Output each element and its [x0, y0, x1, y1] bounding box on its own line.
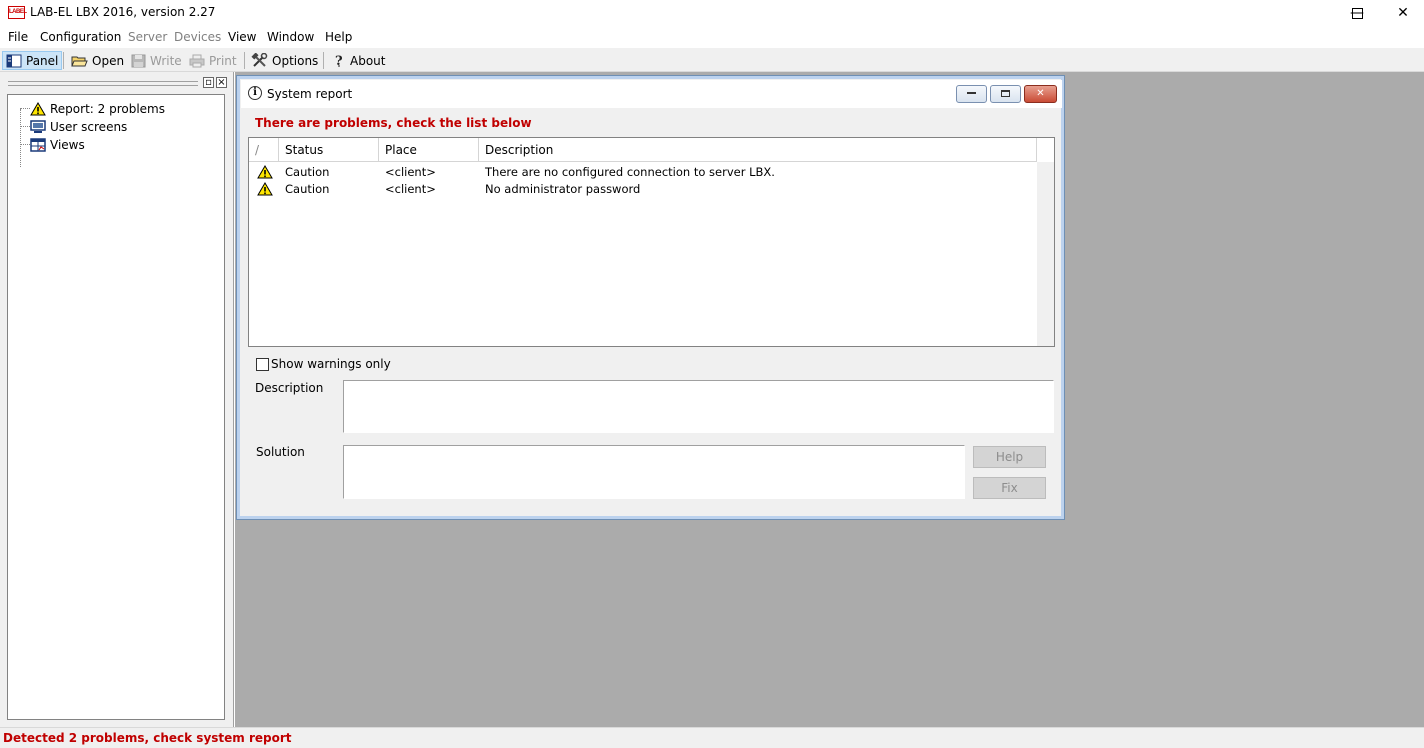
navigation-panel: ▫ × Report: 2 problems User screens View…	[0, 72, 234, 727]
dialog-restore-button[interactable]	[990, 85, 1021, 103]
menu-file[interactable]: File	[8, 30, 28, 44]
tree-item-user-screens[interactable]: User screens	[30, 118, 127, 135]
warning-icon	[257, 182, 273, 196]
description-cell: No administrator password	[485, 182, 641, 196]
dialog-minimize-button[interactable]	[956, 85, 987, 103]
warning-icon	[30, 101, 46, 115]
problems-list[interactable]: / Status Place Description Caution <clie…	[248, 137, 1055, 347]
tree-item-views[interactable]: Views	[30, 136, 85, 153]
tree-item-label: Views	[50, 137, 85, 152]
description-field[interactable]	[343, 380, 1054, 433]
toolbar-separator	[244, 52, 245, 69]
list-scrollbar[interactable]	[1037, 162, 1054, 346]
help-button[interactable]: Help	[973, 446, 1046, 468]
place-cell: <client>	[385, 165, 436, 179]
write-button[interactable]: Write	[128, 51, 185, 70]
place-column-header[interactable]: Place	[379, 138, 479, 162]
status-cell: Caution	[285, 165, 330, 179]
window-title: LAB-EL LBX 2016, version 2.27	[30, 5, 216, 19]
menu-help[interactable]: Help	[325, 30, 352, 44]
views-icon	[30, 137, 46, 152]
sort-column-header[interactable]: /	[249, 138, 279, 162]
status-column-header[interactable]: Status	[279, 138, 379, 162]
open-button-label: Open	[92, 53, 125, 68]
open-folder-icon	[71, 56, 88, 66]
navigation-tree: Report: 2 problems User screens Views	[7, 94, 225, 720]
show-warnings-only-label[interactable]: Show warnings only	[271, 357, 391, 371]
dialog-titlebar[interactable]: i System report ✕	[241, 80, 1062, 108]
app-logo: LABEL	[8, 6, 27, 19]
panel-grip[interactable]	[8, 81, 198, 86]
tools-icon	[251, 53, 268, 67]
help-question-icon: ?	[335, 54, 343, 68]
toolbar-separator	[323, 52, 324, 69]
screens-icon	[30, 119, 46, 133]
panel-button[interactable]: Panel	[2, 51, 63, 70]
toolbar-separator	[63, 52, 64, 69]
close-icon: ✕	[1036, 88, 1045, 99]
minimize-icon	[967, 92, 976, 94]
about-button[interactable]: ? About	[329, 51, 388, 70]
description-cell: There are no configured connection to se…	[485, 165, 775, 179]
panel-close-button[interactable]: ×	[216, 77, 227, 88]
menu-configuration[interactable]: Configuration	[40, 30, 121, 44]
options-button[interactable]: Options	[248, 51, 321, 70]
printer-icon	[189, 54, 205, 67]
tree-connector	[20, 144, 30, 145]
window-titlebar: LABEL LAB-EL LBX 2016, version 2.27 — ✕	[0, 0, 1424, 26]
description-column-header[interactable]: Description	[479, 138, 1037, 162]
status-cell: Caution	[285, 182, 330, 196]
dialog-close-button[interactable]: ✕	[1024, 85, 1057, 103]
table-row[interactable]: Caution <client> There are no configured…	[249, 164, 1035, 181]
tree-item-report[interactable]: Report: 2 problems	[30, 100, 165, 117]
panel-icon	[6, 54, 22, 67]
description-label: Description	[255, 381, 324, 395]
tree-connector	[20, 126, 30, 127]
solution-field[interactable]	[343, 445, 965, 499]
print-button[interactable]: Print	[186, 51, 240, 70]
show-warnings-only-checkbox[interactable]	[256, 358, 269, 371]
menu-server[interactable]: Server	[128, 30, 167, 44]
maximize-button[interactable]	[1334, 0, 1380, 26]
place-cell: <client>	[385, 182, 436, 196]
menu-view[interactable]: View	[228, 30, 256, 44]
restore-icon	[1001, 89, 1010, 97]
menu-bar: File Configuration Server Devices View W…	[0, 28, 1424, 48]
close-button[interactable]: ✕	[1380, 0, 1424, 26]
toolbar: Panel Open Write Print Options ? About	[0, 48, 1424, 72]
system-report-window: i System report ✕ There are problems, ch…	[236, 75, 1065, 520]
problems-message: There are problems, check the list below	[255, 116, 532, 130]
list-header: / Status Place Description	[249, 138, 1037, 162]
options-button-label: Options	[272, 53, 319, 68]
tree-connector	[20, 108, 30, 109]
warning-icon	[257, 165, 273, 179]
print-button-label: Print	[209, 53, 237, 68]
tree-connector	[20, 109, 21, 167]
table-row[interactable]: Caution <client> No administrator passwo…	[249, 181, 1035, 198]
tree-item-label: User screens	[50, 119, 128, 134]
solution-label: Solution	[256, 445, 305, 459]
fix-button[interactable]: Fix	[973, 477, 1046, 499]
write-button-label: Write	[150, 53, 182, 68]
info-icon: i	[248, 86, 262, 100]
status-message: Detected 2 problems, check system report	[3, 731, 292, 745]
maximize-icon	[1351, 7, 1363, 19]
tree-item-label: Report: 2 problems	[50, 101, 165, 116]
dialog-title: System report	[267, 87, 353, 101]
menu-devices[interactable]: Devices	[174, 30, 221, 44]
save-disk-icon	[131, 54, 146, 67]
status-bar: Detected 2 problems, check system report	[0, 727, 1424, 748]
about-button-label: About	[350, 53, 386, 68]
menu-window[interactable]: Window	[267, 30, 314, 44]
panel-button-label: Panel	[26, 53, 59, 68]
open-button[interactable]: Open	[68, 51, 127, 70]
panel-float-button[interactable]: ▫	[203, 77, 214, 88]
